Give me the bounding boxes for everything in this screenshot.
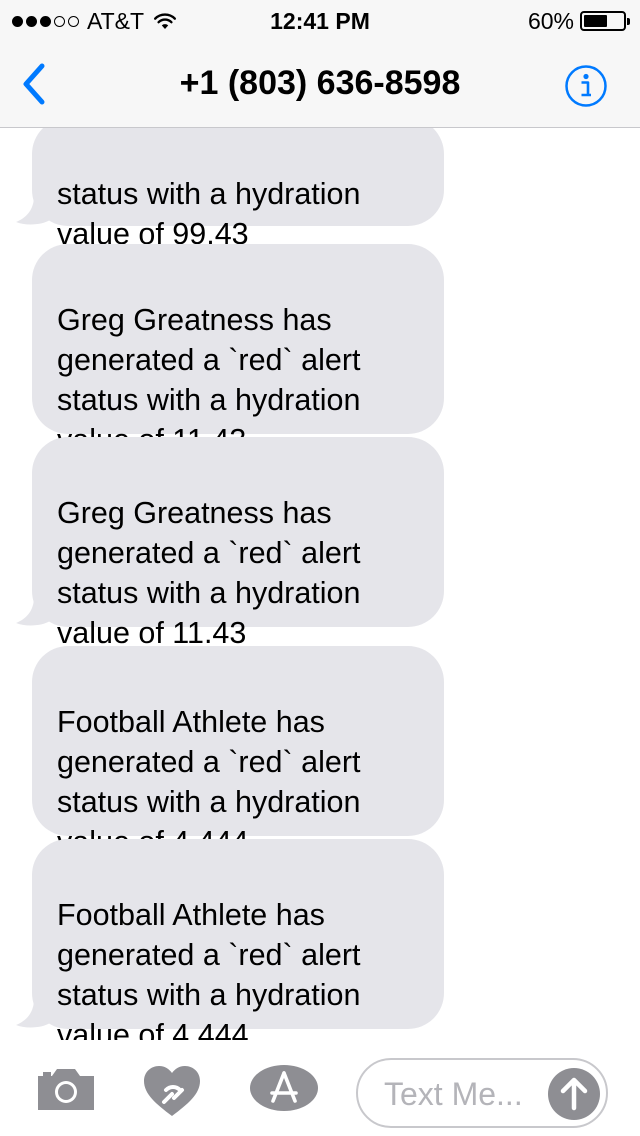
app-store-icon (250, 1065, 318, 1111)
send-arrow-icon (560, 1077, 588, 1111)
status-right: 60% (527, 7, 630, 34)
message-text: Football Athlete has generated a `red` a… (57, 898, 361, 1040)
battery-percent: 60% (527, 7, 574, 34)
message-bubble[interactable]: Football Athlete has generated a `red` a… (32, 646, 444, 859)
message-bubble[interactable]: Football Athlete has generated a `red` a… (32, 839, 444, 1040)
message-text: Football Athlete has generated a `red` a… (57, 705, 361, 859)
battery-icon (580, 11, 630, 31)
camera-button[interactable] (36, 1066, 96, 1112)
bubble-tail-icon (16, 999, 50, 1028)
app-drawer-button[interactable] (248, 1064, 320, 1112)
digital-touch-icon (144, 1066, 200, 1116)
message-thread[interactable]: status with a hydration value of 99.43 G… (0, 128, 640, 1040)
chevron-left-icon (23, 63, 45, 105)
back-button[interactable] (16, 60, 60, 108)
message-placeholder: Text Me... (384, 1076, 523, 1112)
send-button[interactable] (548, 1068, 600, 1120)
info-button[interactable] (564, 64, 608, 108)
message-bubble[interactable]: Greg Greatness has generated a `red` ale… (32, 244, 444, 457)
info-icon (565, 65, 607, 107)
message-text: status with a hydration value of 99.43 (57, 177, 361, 251)
digital-touch-button[interactable] (142, 1064, 202, 1118)
message-text: Greg Greatness has generated a `red` ale… (57, 496, 361, 650)
bubble-tail-icon (16, 196, 50, 225)
status-bar: AT&T 12:41 PM 60% (0, 0, 640, 40)
camera-icon (38, 1069, 94, 1110)
message-bubble[interactable]: status with a hydration value of 99.43 (32, 128, 444, 251)
contact-title[interactable]: +1 (803) 636-8598 (120, 64, 520, 103)
navigation-bar: +1 (803) 636-8598 (0, 40, 640, 128)
input-bar: Text Me... (0, 1040, 640, 1136)
message-input[interactable]: Text Me... (356, 1058, 608, 1128)
message-bubble[interactable]: Greg Greatness has generated a `red` ale… (32, 437, 444, 650)
message-text: Greg Greatness has generated a `red` ale… (57, 303, 361, 457)
bubble-tail-icon (16, 597, 50, 626)
